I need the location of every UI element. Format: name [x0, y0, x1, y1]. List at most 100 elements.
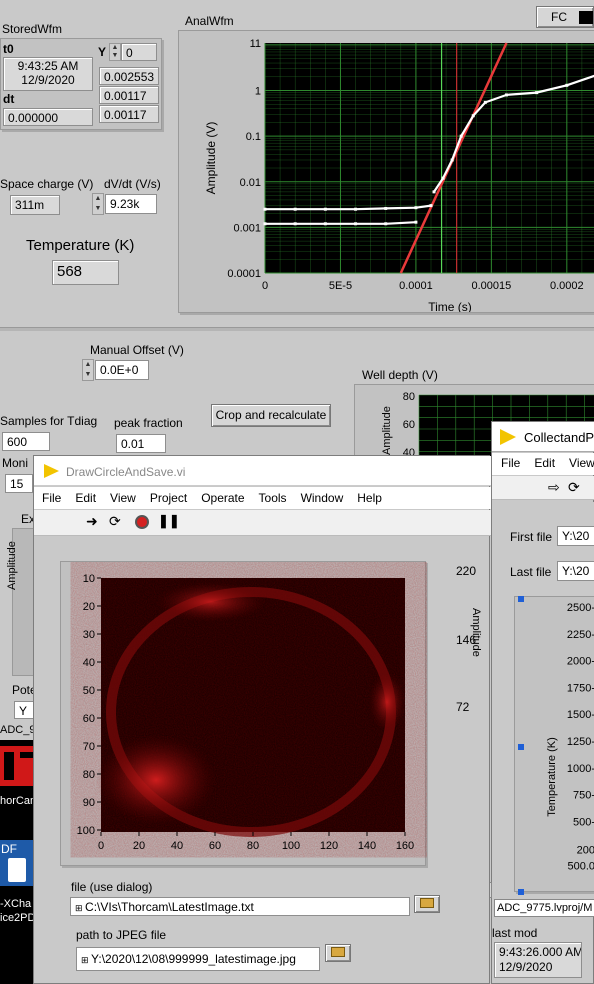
- jpeg-browse-button[interactable]: [325, 944, 351, 962]
- pdf-icon[interactable]: DF: [0, 840, 34, 886]
- intensity-graph[interactable]: 0 20 40 60 80 100 120 140 160 10 20 30 40 50 60 70 80 90 1…: [61, 562, 427, 867]
- colorbar-label: Amplitude: [470, 608, 482, 657]
- y-tick-label: 80: [83, 769, 95, 781]
- y-tick-label: 200: [577, 844, 594, 856]
- x-tick-label: 0: [98, 840, 104, 852]
- menu-operate[interactable]: Operate: [201, 491, 244, 505]
- menu-tools[interactable]: Tools: [259, 491, 287, 505]
- peak-fraction-field[interactable]: 0.01: [116, 434, 166, 453]
- moni-label: Moni: [2, 456, 29, 470]
- y-index-field[interactable]: 0: [121, 43, 157, 61]
- y-tick-label: 40: [83, 657, 95, 669]
- jpeg-path-field[interactable]: ⊞ Y:\2020\12\08\999999_latestimage.jpg: [76, 947, 320, 971]
- y-tick-label: 0.01: [240, 177, 261, 189]
- collect-menu-file[interactable]: File: [501, 456, 520, 470]
- run-continuous-icon[interactable]: ⟳: [109, 513, 121, 530]
- selection-handle-bottom[interactable]: [518, 889, 524, 895]
- last-file-field[interactable]: Y:\20: [557, 561, 594, 581]
- x-tick-label: 120: [320, 840, 338, 852]
- y-value-1[interactable]: 0.00117: [99, 86, 159, 104]
- data-point: [263, 222, 267, 226]
- selection-handle-mid[interactable]: [518, 744, 524, 750]
- draw-toolbar: ➜ ⟳ ❚❚: [34, 510, 491, 536]
- last-file-label: Last file: [510, 565, 552, 579]
- collect-menu-view[interactable]: View: [569, 456, 594, 470]
- file-path-field[interactable]: ⊞ C:\VIs\Thorcam\LatestImage.txt: [70, 897, 410, 916]
- stored-wfm-cluster: t0 9:43:25 AM 12/9/2020 dt 0.000000 Y ▲ ▼…: [0, 38, 162, 130]
- thorcam-icon[interactable]: [0, 746, 36, 786]
- run-arrow-icon[interactable]: ➜: [86, 513, 98, 530]
- y-tick-label: 1750-: [567, 682, 594, 694]
- t0-field[interactable]: 9:43:25 AM 12/9/2020: [3, 57, 93, 91]
- anal-wfm-chart[interactable]: 1110.10.010.0010.00010 5E-5 0.0001 0.00015 0…: [179, 31, 594, 312]
- draw-titlebar: DrawCircleAndSave.vi: [34, 456, 491, 486]
- intensity-graph-frame: 0 20 40 60 80 100 120 140 160 10 20 30 40 50 60 70 80 90 1…: [60, 561, 426, 866]
- t0-time: 9:43:25 AM: [17, 59, 79, 73]
- menu-edit[interactable]: Edit: [75, 491, 96, 505]
- well-tick-80: 80: [403, 391, 415, 403]
- crop-recalculate-button[interactable]: Crop and recalculate: [211, 404, 331, 427]
- path-icon: ⊞: [81, 955, 92, 965]
- menu-project[interactable]: Project: [150, 491, 187, 505]
- menu-file[interactable]: File: [42, 491, 61, 505]
- well-tick-60: 60: [403, 419, 415, 431]
- space-charge-field[interactable]: 311m: [10, 195, 60, 215]
- draw-title: DrawCircleAndSave.vi: [66, 465, 186, 479]
- space-charge-label: Space charge (V): [0, 177, 94, 191]
- last-mod-field[interactable]: 9:43:26.000 AM 12/9/2020: [494, 942, 582, 978]
- y-value-0[interactable]: 0.002553: [99, 67, 159, 85]
- x-tick-label: 60: [209, 840, 221, 852]
- file-browse-button[interactable]: [414, 895, 440, 913]
- dt-field[interactable]: 0.000000: [3, 108, 93, 126]
- first-file-field[interactable]: Y:\20: [557, 526, 594, 546]
- x-tick-label: 20: [133, 840, 145, 852]
- data-point: [414, 220, 418, 224]
- pot-field[interactable]: Y: [14, 701, 34, 719]
- manual-offset-spinner[interactable]: ▲ ▼: [82, 359, 94, 381]
- abort-icon[interactable]: [135, 515, 149, 529]
- manual-offset-field[interactable]: 0.0E+0: [95, 360, 149, 380]
- dvdt-spinner[interactable]: ▲ ▼: [92, 193, 104, 215]
- last-mod-date: 12/9/2020: [499, 960, 553, 974]
- collect-window: CollectandPlo File Edit View ⇨ ⟳ First fil…: [491, 421, 594, 984]
- draw-window: DrawCircleAndSave.vi File Edit View Project…: [33, 455, 491, 984]
- collect-title: CollectandPlo: [524, 430, 594, 445]
- anal-wfm-chart-frame: 11 1 0.1 0.01 0.001 0.0001 0 5E-5 0.0001 0.00015 0…: [178, 30, 594, 313]
- y-tick-label: 0.001: [233, 222, 261, 234]
- moni-field[interactable]: 15: [5, 474, 33, 493]
- draw-menubar: File Edit View Project Operate Tools Window Hel…: [34, 487, 491, 509]
- menu-view[interactable]: View: [110, 491, 136, 505]
- temperature-chart[interactable]: 2500- 2250- 2000- 1750- 1500- 1250- 1000- 750- 5…: [515, 597, 594, 893]
- selection-handle-top[interactable]: [518, 596, 524, 602]
- samples-field[interactable]: 600: [2, 432, 50, 451]
- file-path: C:\VIs\Thorcam\LatestImage.txt: [85, 900, 254, 914]
- run-continuous-icon[interactable]: ⟳: [568, 479, 580, 496]
- pause-icon[interactable]: ❚❚: [158, 513, 180, 529]
- temperature-field[interactable]: 568: [52, 260, 119, 285]
- y-tick-label: 1000-: [567, 763, 594, 775]
- y-tick-label: 750-: [573, 790, 594, 802]
- y-index-spinner[interactable]: ▲ ▼: [109, 43, 121, 61]
- anal-ylabel: Amplitude (V): [204, 122, 218, 195]
- project-path-bar: ADC_9775.lvproj/M: [494, 899, 594, 917]
- y-tick-label: 2500-: [567, 602, 594, 614]
- collect-menu-edit[interactable]: Edit: [534, 456, 555, 470]
- x-tick-label: 0.0002: [550, 280, 584, 292]
- run-arrow-icon[interactable]: ⇨: [548, 479, 560, 496]
- data-point: [483, 100, 487, 104]
- x-tick-label: 140: [358, 840, 376, 852]
- y-tick-label: 11: [250, 38, 261, 50]
- collect-toolbar: ⇨ ⟳: [492, 476, 594, 500]
- path-icon: ⊞: [75, 903, 86, 913]
- x-tick-label: 40: [171, 840, 183, 852]
- x-tick-label: 0: [262, 280, 268, 292]
- desktop-strip: horCam DF -XCha ice2PD: [0, 740, 39, 984]
- dvdt-field[interactable]: 9.23k: [105, 194, 157, 214]
- panel-divider: [0, 327, 594, 331]
- fc-button[interactable]: FC: [536, 6, 594, 28]
- menu-window[interactable]: Window: [301, 491, 344, 505]
- menu-help[interactable]: Help: [357, 491, 382, 505]
- collect-panel: First file Y:\20 Last file Y:\20 2500- 22…: [496, 502, 594, 916]
- labview-icon: [500, 429, 516, 445]
- y-value-2[interactable]: 0.00117: [99, 105, 159, 123]
